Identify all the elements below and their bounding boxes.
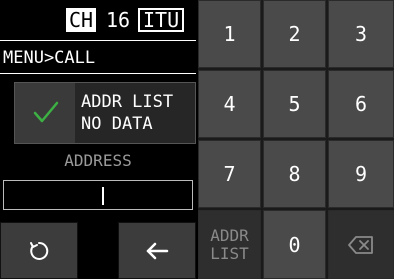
channel-number: 16: [106, 8, 131, 32]
key-3[interactable]: 3: [328, 0, 394, 68]
address-list-status-text: ADDR LIST NO DATA: [81, 92, 174, 134]
key-2[interactable]: 2: [263, 0, 326, 68]
address-input[interactable]: [3, 180, 193, 210]
key-9[interactable]: 9: [328, 140, 394, 208]
backspace-icon: [348, 235, 373, 254]
refresh-icon: [30, 241, 49, 260]
text-caret: [102, 187, 104, 205]
key-0[interactable]: 0: [263, 210, 326, 279]
key-8[interactable]: 8: [263, 140, 326, 208]
left-arrow-icon: [146, 242, 169, 259]
reset-button[interactable]: [0, 222, 78, 279]
key-7[interactable]: 7: [198, 140, 261, 208]
channel-mode-badge: ITU: [138, 8, 185, 32]
key-1[interactable]: 1: [198, 0, 261, 68]
check-icon: [33, 101, 59, 123]
dsc-call-screen: CH 16 ITU MENU>CALL ADDR LIST NO DATA AD…: [0, 0, 394, 279]
breadcrumb-text: MENU>CALL: [3, 48, 96, 68]
status-bar: CH 16 ITU: [0, 0, 196, 40]
check-icon-box: [15, 83, 75, 143]
numeric-keypad: 1 2 3 4 5 6 7 8 9 ADDR LIST 0: [198, 0, 394, 279]
delete-key[interactable]: [328, 210, 394, 279]
addr-list-key[interactable]: ADDR LIST: [198, 210, 261, 279]
channel-label: CH: [66, 8, 97, 32]
address-label: ADDRESS: [64, 151, 132, 170]
address-list-button[interactable]: ADDR LIST NO DATA: [14, 82, 196, 144]
key-5[interactable]: 5: [263, 70, 326, 138]
key-4[interactable]: 4: [198, 70, 261, 138]
key-6[interactable]: 6: [328, 70, 394, 138]
breadcrumb: MENU>CALL: [0, 40, 196, 74]
back-button[interactable]: [118, 222, 196, 279]
